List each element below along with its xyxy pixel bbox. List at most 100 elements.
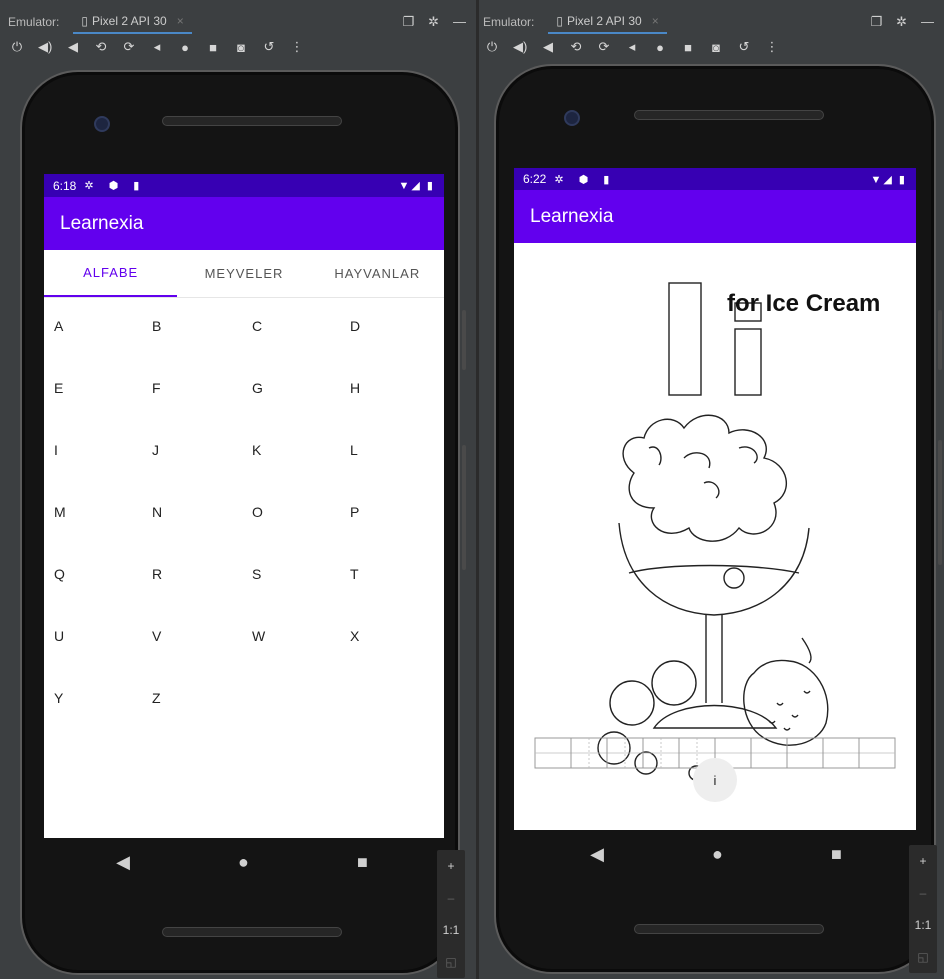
letter-item[interactable]: N	[152, 496, 252, 558]
rotate-left-icon[interactable]: ⟲	[569, 39, 583, 55]
close-icon[interactable]: ×	[177, 14, 184, 28]
app-bar: Learnexia	[44, 197, 444, 250]
back-icon[interactable]: ◂	[150, 39, 164, 55]
zoom-in-button[interactable]: +	[919, 854, 926, 868]
speaker	[162, 116, 342, 126]
clock: 6:22	[523, 172, 547, 186]
letter-item[interactable]: G	[252, 372, 350, 434]
letter-item[interactable]: R	[152, 558, 252, 620]
overview-icon[interactable]: ■	[681, 40, 695, 55]
letter-item[interactable]: M	[54, 496, 152, 558]
app-bar: Learnexia	[514, 190, 916, 243]
bottom-speaker	[162, 927, 342, 937]
overview-icon[interactable]: ■	[206, 40, 220, 55]
letter-item[interactable]: H	[350, 372, 444, 434]
camera-icon[interactable]: ◙	[709, 40, 723, 55]
snapshot-icon[interactable]: ↺	[737, 39, 751, 55]
zoom-fit-icon[interactable]: ◱	[917, 950, 928, 964]
nav-home-icon[interactable]: ●	[712, 844, 723, 865]
nav-overview-icon[interactable]: ■	[831, 844, 842, 865]
letter-item[interactable]: D	[350, 310, 444, 372]
zoom-actual-button[interactable]: 1:1	[443, 923, 460, 937]
zoom-actual-button[interactable]: 1:1	[915, 918, 932, 932]
zoom-fit-icon[interactable]: ◱	[445, 955, 456, 969]
letter-item[interactable]: X	[350, 620, 444, 682]
letter-item[interactable]: V	[152, 620, 252, 682]
letter-item[interactable]: F	[152, 372, 252, 434]
ice-cream-illustration: for Ice Cream	[534, 282, 896, 781]
volume-down-icon[interactable]: ◀	[541, 39, 555, 55]
home-icon[interactable]: ●	[653, 40, 667, 55]
tab-strip: ALFABE MEYVELER HAYVANLAR	[44, 250, 444, 298]
letter-item[interactable]: S	[252, 558, 350, 620]
volume-up-icon[interactable]: ◀)	[38, 39, 52, 55]
rotate-left-icon[interactable]: ⟲	[94, 39, 108, 55]
letter-item[interactable]: O	[252, 496, 350, 558]
volume-up-icon[interactable]: ◀)	[513, 39, 527, 55]
tab-alfabe[interactable]: ALFABE	[44, 250, 178, 297]
minimize-icon[interactable]: —	[453, 14, 466, 30]
letter-item[interactable]: C	[252, 310, 350, 372]
emulator-panel-right: Emulator: ▯ Pixel 2 API 30 × ❐ ✲ — ⏻ ◀) …	[479, 0, 944, 979]
nav-bar: ◀ ● ■	[62, 852, 422, 872]
power-icon[interactable]: ⏻	[485, 39, 499, 55]
letter-item[interactable]: K	[252, 434, 350, 496]
letter-item[interactable]: I	[54, 434, 152, 496]
window-mode-icon[interactable]: ❐	[870, 14, 882, 30]
nav-back-icon[interactable]: ◀	[116, 852, 130, 873]
power-icon[interactable]: ⏻	[10, 39, 24, 55]
snapshot-icon[interactable]: ↺	[262, 39, 276, 55]
tab-meyveler[interactable]: MEYVELER	[177, 250, 310, 297]
volume-down-icon[interactable]: ◀	[66, 39, 80, 55]
notification-icons: ✲ ⬢ ▮	[554, 173, 616, 186]
letter-fab-button[interactable]: i	[693, 758, 737, 802]
nav-overview-icon[interactable]: ■	[357, 852, 368, 873]
letter-item[interactable]: W	[252, 620, 350, 682]
app-title: Learnexia	[60, 212, 144, 234]
zoom-out-button[interactable]: –	[448, 891, 455, 905]
status-bar: 6:22 ✲ ⬢ ▮ ▼◢ ▮	[514, 168, 916, 190]
zoom-in-button[interactable]: +	[447, 859, 454, 873]
letter-item[interactable]: A	[54, 310, 152, 372]
letter-item[interactable]: Z	[152, 682, 252, 744]
gear-icon[interactable]: ✲	[896, 14, 907, 30]
camera-icon[interactable]: ◙	[234, 40, 248, 55]
letter-item[interactable]: Q	[54, 558, 152, 620]
letter-item[interactable]: E	[54, 372, 152, 434]
rotate-right-icon[interactable]: ⟳	[122, 39, 136, 55]
emulator-tabbar: Emulator: ▯ Pixel 2 API 30 × ❐ ✲ —	[0, 10, 476, 34]
nav-home-icon[interactable]: ●	[238, 852, 249, 873]
device-tab-label: Pixel 2 API 30	[566, 14, 642, 28]
letter-item[interactable]: Y	[54, 682, 152, 744]
signal-icons: ▼◢ ▮	[398, 180, 435, 192]
letter-item[interactable]: P	[350, 496, 444, 558]
device-tab[interactable]: ▯ Pixel 2 API 30 ×	[548, 10, 667, 34]
close-icon[interactable]: ×	[652, 14, 659, 28]
more-icon[interactable]: ⋮	[765, 39, 779, 55]
strawberry-outline	[743, 659, 829, 746]
emulator-toolbar: ⏻ ◀) ◀ ⟲ ⟳ ◂ ● ■ ◙ ↺ ⋮	[0, 36, 476, 58]
nav-back-icon[interactable]: ◀	[590, 844, 604, 865]
minimize-icon[interactable]: —	[921, 14, 934, 30]
back-icon[interactable]: ◂	[625, 39, 639, 55]
letter-item[interactable]: U	[54, 620, 152, 682]
device-tab[interactable]: ▯ Pixel 2 API 30 ×	[73, 10, 192, 34]
device-screen: 6:22 ✲ ⬢ ▮ ▼◢ ▮ Learnexia for Ice Cream …	[514, 168, 916, 830]
speaker	[634, 110, 824, 120]
clock: 6:18	[53, 178, 77, 193]
glass-stem-outline	[705, 615, 723, 703]
nav-bar: ◀ ● ■	[536, 844, 896, 864]
gear-icon[interactable]: ✲	[428, 14, 439, 30]
more-icon[interactable]: ⋮	[290, 39, 304, 55]
letter-item[interactable]: J	[152, 434, 252, 496]
letter-item[interactable]: T	[350, 558, 444, 620]
device-screen: 6:18 ✲ ⬢ ▮ ▼◢ ▮ Learnexia ALFABE MEYVELE…	[44, 174, 444, 838]
zoom-out-button[interactable]: –	[920, 886, 927, 900]
window-mode-icon[interactable]: ❐	[402, 14, 414, 30]
letter-item[interactable]: B	[152, 310, 252, 372]
letter-item[interactable]: L	[350, 434, 444, 496]
emulator-label: Emulator:	[483, 15, 535, 29]
tab-hayvanlar[interactable]: HAYVANLAR	[311, 250, 444, 297]
rotate-right-icon[interactable]: ⟳	[597, 39, 611, 55]
home-icon[interactable]: ●	[178, 40, 192, 55]
